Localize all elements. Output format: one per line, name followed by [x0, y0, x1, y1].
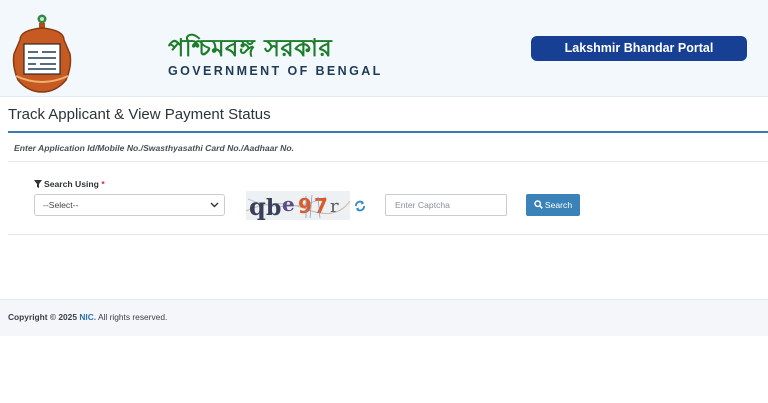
- nic-link[interactable]: NIC.: [79, 312, 96, 322]
- copyright-prefix: Copyright © 2025: [8, 312, 77, 322]
- search-button-label: Search: [544, 200, 573, 210]
- chevron-down-icon: [210, 202, 219, 208]
- required-mark: *: [101, 179, 105, 189]
- brand-title-english: GOVERNMENT OF BENGAL: [168, 64, 383, 78]
- site-header: পশ্চিমবঙ্গ সরকার GOVERNMENT OF BENGAL La…: [0, 0, 768, 97]
- form-divider: [8, 234, 768, 235]
- svg-text:7: 7: [314, 194, 328, 218]
- search-button[interactable]: Search: [526, 194, 580, 216]
- page-title: Track Applicant & View Payment Status: [8, 106, 271, 123]
- svg-text:9: 9: [298, 194, 312, 218]
- government-emblem-icon: [12, 14, 72, 93]
- search-using-text: Search Using: [44, 179, 99, 189]
- section-divider: [8, 161, 768, 162]
- svg-text:r: r: [330, 196, 339, 217]
- rights-text: All rights reserved.: [97, 312, 168, 322]
- search-type-select[interactable]: --Select--: [34, 194, 225, 216]
- site-footer: Copyright © 2025 NIC. All rights reserve…: [0, 299, 768, 336]
- captcha-image: q b e 9 7 r: [246, 191, 350, 220]
- captcha-input[interactable]: [385, 194, 507, 216]
- refresh-captcha-icon[interactable]: [353, 200, 367, 212]
- filter-icon: [34, 180, 42, 188]
- captcha-graphic: q b e 9 7 r: [246, 191, 350, 220]
- svg-text:e: e: [282, 192, 295, 216]
- search-icon: [534, 200, 543, 209]
- search-using-label: Search Using *: [34, 179, 105, 189]
- select-value: --Select--: [43, 200, 79, 210]
- title-divider: [8, 131, 768, 133]
- copyright-text: Copyright © 2025 NIC. All rights reserve…: [8, 312, 167, 322]
- svg-text:b: b: [266, 195, 281, 220]
- lakshmir-bhandar-portal-button[interactable]: Lakshmir Bhandar Portal: [531, 36, 747, 61]
- svg-text:q: q: [249, 192, 266, 220]
- search-instruction: Enter Application Id/Mobile No./Swasthya…: [14, 143, 294, 153]
